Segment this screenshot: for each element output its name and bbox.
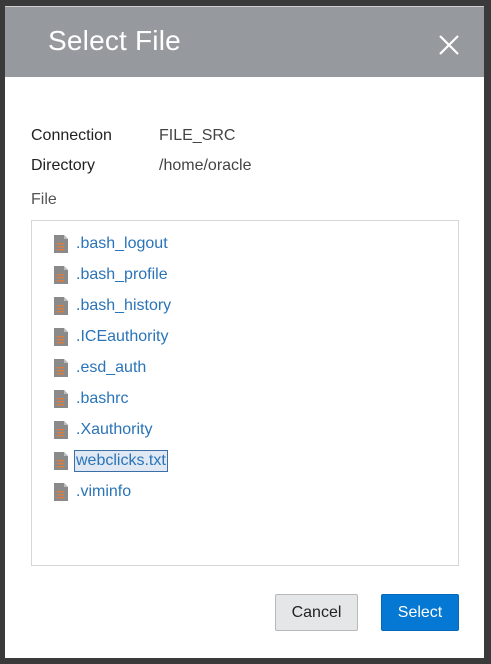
file-list-item[interactable]: .ICEauthority: [32, 321, 458, 352]
file-list-item[interactable]: .bash_profile: [32, 259, 458, 290]
dialog-header: Select File: [5, 7, 484, 77]
file-icon: [53, 389, 69, 409]
file-name: .Xauthority: [76, 420, 153, 438]
file-list-item[interactable]: .bashrc: [32, 383, 458, 414]
file-name: .viminfo: [76, 482, 132, 500]
select-button[interactable]: Select: [381, 594, 459, 631]
file-icon: [53, 327, 69, 347]
file-icon: [53, 265, 69, 285]
close-icon: [439, 35, 459, 55]
directory-label: Directory: [31, 157, 96, 174]
file-list-item[interactable]: .bash_logout: [32, 228, 458, 259]
directory-row: Directory /home/oracle: [31, 151, 252, 181]
file-name: .esd_auth: [76, 358, 147, 376]
close-button[interactable]: [438, 34, 460, 56]
file-name: .bashrc: [76, 389, 129, 407]
file-icon: [53, 482, 69, 502]
file-icon: [53, 234, 69, 254]
file-section-label: File: [31, 191, 57, 208]
file-list-item[interactable]: .esd_auth: [32, 352, 458, 383]
dialog-title: Select File: [48, 25, 181, 56]
connection-value: FILE_SRC: [159, 127, 236, 144]
file-name: .bash_history: [76, 296, 172, 314]
select-file-dialog: Select File Connection FILE_SRC Director…: [5, 6, 484, 658]
cancel-button[interactable]: Cancel: [275, 594, 358, 631]
connection-info: Connection FILE_SRC Directory /home/orac…: [31, 121, 252, 181]
file-name: webclicks.txt: [74, 449, 168, 472]
file-name: .ICEauthority: [76, 327, 169, 345]
file-icon: [53, 451, 69, 471]
file-name: .bash_profile: [76, 265, 168, 283]
file-name: .bash_logout: [76, 234, 168, 252]
file-list-item[interactable]: .viminfo: [32, 476, 458, 507]
file-icon: [53, 358, 69, 378]
file-list-item[interactable]: .Xauthority: [32, 414, 458, 445]
directory-value: /home/oracle: [159, 157, 252, 174]
file-icon: [53, 420, 69, 440]
file-list-item[interactable]: webclicks.txt: [32, 445, 458, 476]
file-icon: [53, 296, 69, 316]
file-list-item[interactable]: .bash_history: [32, 290, 458, 321]
connection-row: Connection FILE_SRC: [31, 121, 252, 151]
file-list[interactable]: .bash_logout .bash_profile .bash_history .I…: [31, 220, 459, 566]
connection-label: Connection: [31, 127, 112, 144]
